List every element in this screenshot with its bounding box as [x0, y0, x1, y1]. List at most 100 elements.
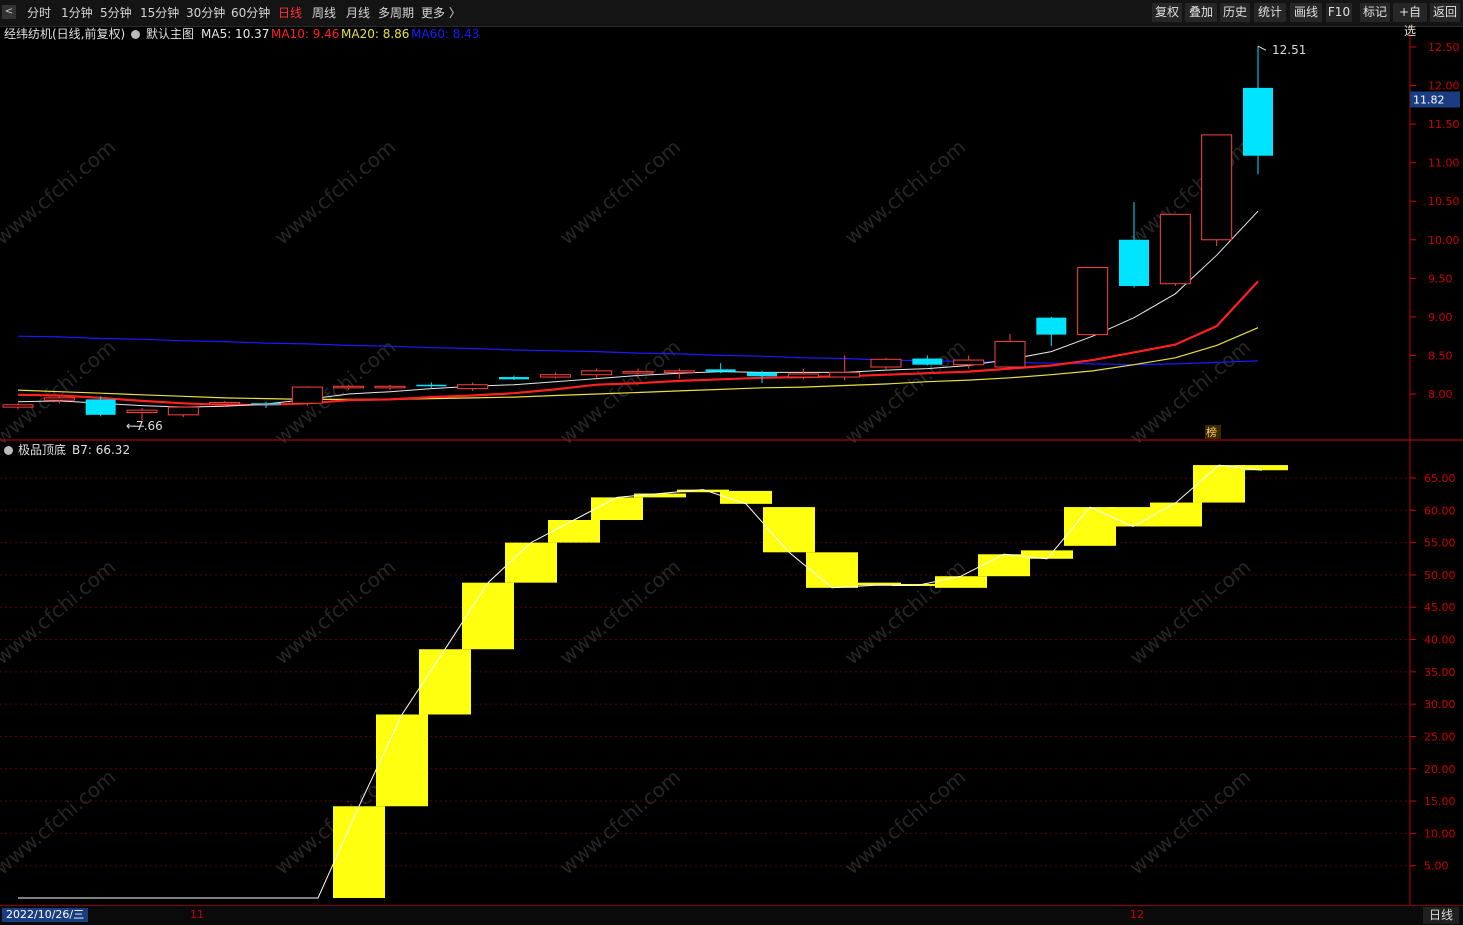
ma60-line	[17, 335, 1259, 366]
candle-body-up	[870, 358, 902, 368]
indicator-tick-label: 5.00	[1424, 860, 1449, 873]
candle-body-down	[85, 399, 116, 415]
indicator-tick-label: 65.00	[1424, 472, 1456, 485]
candle-body-up	[126, 409, 158, 414]
toolbar-button-6[interactable]: 标记	[1360, 3, 1390, 22]
period-tab-3[interactable]: 15分钟	[140, 4, 179, 22]
indicator-bar	[1150, 502, 1202, 527]
indicator-value: B7: 66.32	[72, 443, 131, 457]
candle-body-down	[1119, 239, 1149, 287]
candle-body-up	[209, 401, 241, 405]
settings-dot-icon[interactable]	[131, 30, 140, 39]
price-tick-label: 8.50	[1428, 349, 1453, 362]
candle-body-up	[663, 370, 695, 373]
candle-body-down	[1243, 87, 1273, 156]
price-tick-label: 9.50	[1428, 272, 1453, 285]
indicator-settings-icon[interactable]	[4, 446, 13, 455]
ma60-label: MA60: 8.43	[411, 27, 480, 41]
candle-body-up	[622, 371, 654, 374]
period-tab-0[interactable]: 分时	[27, 4, 51, 22]
high-pointer	[1257, 45, 1267, 51]
indicator-tick-label: 60.00	[1424, 504, 1456, 517]
period-tab-7[interactable]: 周线	[312, 4, 336, 22]
candle-body-up	[291, 386, 323, 404]
ma10-line	[17, 280, 1259, 406]
indicator-tick-label: 25.00	[1424, 730, 1456, 743]
indicator-tick-label: 10.00	[1424, 827, 1456, 840]
price-tick-label: 12.00	[1428, 80, 1460, 93]
ma20-label: MA20: 8.86	[341, 27, 410, 41]
toolbar-button-4[interactable]: 画线	[1290, 3, 1322, 22]
date-axis-bar: 2022/10/26/三 11 12 日线	[0, 905, 1463, 925]
indicator-tick-label: 45.00	[1424, 601, 1456, 614]
bang-badge: 榜	[1206, 425, 1217, 439]
candle-body-up	[1077, 267, 1109, 336]
indicator-name[interactable]: 极品顶底	[18, 442, 66, 458]
price-tick-label: 10.50	[1428, 195, 1460, 208]
toolbar-button-3[interactable]: 统计	[1254, 3, 1286, 22]
indicator-bar	[333, 806, 385, 898]
back-arrow-icon[interactable]: <	[2, 5, 16, 19]
period-button[interactable]: 日线	[1422, 907, 1459, 924]
month-label-dec: 12	[1130, 908, 1144, 921]
indicator-tick-label: 35.00	[1424, 666, 1456, 679]
high-annotation: 12.51	[1272, 43, 1306, 57]
template-label[interactable]: 默认主图	[146, 26, 194, 42]
period-tab-9[interactable]: 多周期	[378, 4, 414, 22]
toolbar-button-8[interactable]: 返回	[1430, 3, 1460, 22]
current-date: 2022/10/26/三	[2, 908, 89, 922]
period-tab-10[interactable]: 更多 〉	[421, 4, 461, 22]
candle-body-up	[787, 373, 819, 378]
candle-body-down	[251, 403, 281, 405]
candle-body-up	[994, 341, 1026, 368]
candle-body-up	[829, 371, 861, 378]
kline-chart[interactable]: 12.50 12.00 11.50 11.00 10.50 10.00 9.50 9.00 8.…	[0, 0, 1463, 924]
candle-body-down	[499, 377, 529, 380]
stock-title: 经纬纺机(日线,前复权)	[4, 27, 126, 41]
period-toolbar: < 分时 1分钟 5分钟 15分钟 30分钟 60分钟 日线 周线 月线 多周期 更多 〉 复权 叠加…	[0, 0, 1463, 38]
ma5-label: MA5: 10.37	[201, 27, 270, 41]
candle-body-up	[374, 385, 406, 389]
period-tab-8[interactable]: 月线	[346, 4, 370, 22]
period-tab-6[interactable]: 日线	[278, 4, 302, 22]
candle-body-up	[539, 374, 571, 378]
toolbar-button-1[interactable]: 叠加	[1185, 3, 1217, 22]
period-tab-4[interactable]: 30分钟	[186, 4, 225, 22]
current-price-label: 11.82	[1413, 93, 1445, 106]
low-annotation: ←7.66	[126, 419, 163, 433]
indicator-bar	[806, 552, 858, 588]
toolbar-button-2[interactable]: 历史	[1220, 3, 1250, 22]
toolbar-button-0[interactable]: 复权	[1152, 3, 1182, 22]
candle-body-down	[912, 358, 943, 365]
price-tick-label: 11.00	[1428, 157, 1460, 170]
candle-body-up	[1201, 134, 1233, 241]
indicator-bar	[591, 497, 643, 520]
indicator-bar	[419, 649, 471, 715]
candle-body-up	[457, 384, 489, 390]
indicator-bar	[462, 582, 514, 650]
price-tick-label: 10.00	[1428, 234, 1460, 247]
candle-body-down	[416, 384, 447, 387]
indicator-bar	[1021, 550, 1073, 559]
toolbar-button-5[interactable]: F10	[1326, 3, 1352, 22]
indicator-tick-label: 15.00	[1424, 795, 1456, 808]
price-tick-label: 9.00	[1428, 311, 1453, 324]
indicator-tick-label: 55.00	[1424, 537, 1456, 550]
candle-body-up	[43, 397, 75, 401]
indicator-bar	[1193, 465, 1245, 503]
toolbar-button-7[interactable]: +自选	[1393, 3, 1427, 38]
indicator-tick-label: 40.00	[1424, 634, 1456, 647]
period-tab-2[interactable]: 5分钟	[100, 4, 132, 22]
indicator-bar	[935, 576, 987, 588]
price-tick-label: 8.00	[1428, 388, 1453, 401]
period-tab-1[interactable]: 1分钟	[61, 4, 93, 22]
price-tick-label: 12.50	[1428, 41, 1460, 54]
price-tick-label: 11.50	[1428, 118, 1460, 131]
candle-body-down	[1036, 317, 1067, 335]
candle-body-down	[705, 369, 736, 372]
period-tab-5[interactable]: 60分钟	[231, 4, 270, 22]
candle-body-down	[747, 372, 777, 377]
candle-body-up	[167, 406, 199, 416]
ma10-label: MA10: 9.46	[271, 27, 340, 41]
candle-body-up	[581, 370, 613, 376]
